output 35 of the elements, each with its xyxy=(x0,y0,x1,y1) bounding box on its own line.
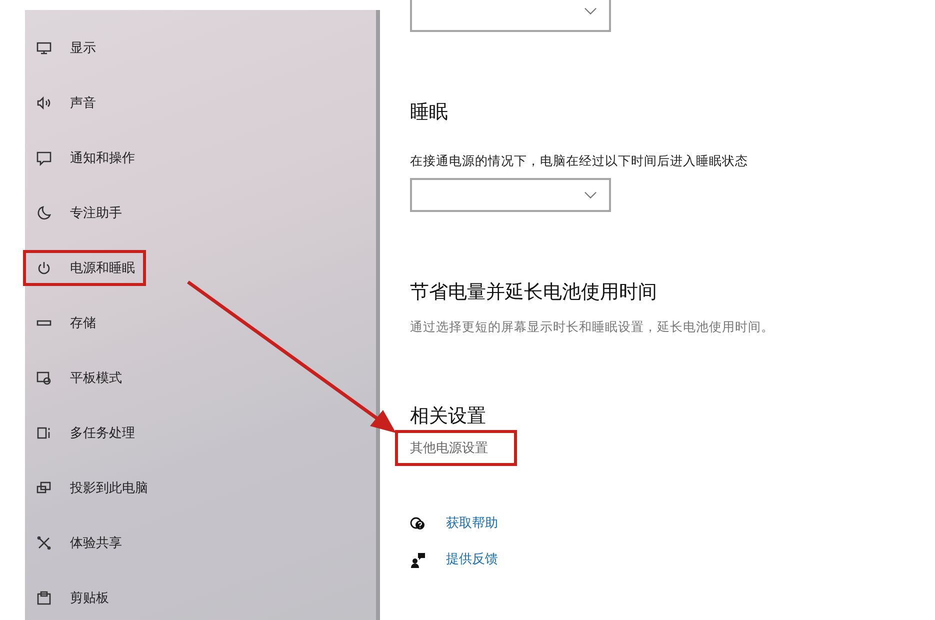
moon-icon xyxy=(36,204,52,220)
section-heading: 节省电量并延长电池使用时间 xyxy=(410,280,657,305)
feedback-link[interactable]: 提供反馈 xyxy=(446,548,498,572)
sidebar-item[interactable]: 剪贴板 xyxy=(23,580,120,616)
clipboard-icon xyxy=(36,590,52,606)
section-description: 通过选择更短的屏幕显示时长和睡眠设置，延长电池使用时间。 xyxy=(410,318,774,336)
sidebar-item[interactable]: 投影到此电脑 xyxy=(23,470,159,506)
sidebar-item[interactable]: 通知和操作 xyxy=(23,140,146,176)
sidebar-item[interactable]: 存储 xyxy=(23,304,107,340)
speech-bubble-icon xyxy=(36,150,52,166)
multitask-icon xyxy=(36,424,52,440)
speaker-icon xyxy=(36,94,52,110)
monitor-icon xyxy=(36,40,52,56)
settings-link[interactable]: 其他电源设置 xyxy=(395,430,517,466)
sidebar-item[interactable]: 平板模式 xyxy=(23,360,133,396)
sidebar-item[interactable]: 声音 xyxy=(23,84,107,120)
sidebar-item[interactable]: 显示 xyxy=(23,30,107,66)
help-link[interactable]: 获取帮助 xyxy=(446,512,498,536)
feedback-person-icon xyxy=(410,552,426,568)
share-icon xyxy=(36,534,52,550)
dropdown-field[interactable] xyxy=(410,0,611,32)
sidebar-item[interactable]: 电源和睡眠 xyxy=(23,250,146,286)
chevron-down-icon xyxy=(584,191,597,199)
field-label: 在接通电源的情况下，电脑在经过以下时间后进入睡眠状态 xyxy=(410,152,748,170)
help-bubble-icon xyxy=(410,516,426,532)
chevron-down-icon xyxy=(584,7,597,15)
tablet-icon xyxy=(36,370,52,386)
section-heading: 相关设置 xyxy=(410,404,486,429)
projection-icon xyxy=(36,480,52,496)
dropdown-field[interactable] xyxy=(410,178,611,212)
sidebar-item[interactable]: 专注助手 xyxy=(23,194,133,230)
power-icon xyxy=(36,260,52,276)
section-heading: 睡眠 xyxy=(410,100,448,125)
sidebar-item[interactable]: 多任务处理 xyxy=(23,414,146,450)
sidebar-item[interactable]: 体验共享 xyxy=(23,524,133,560)
